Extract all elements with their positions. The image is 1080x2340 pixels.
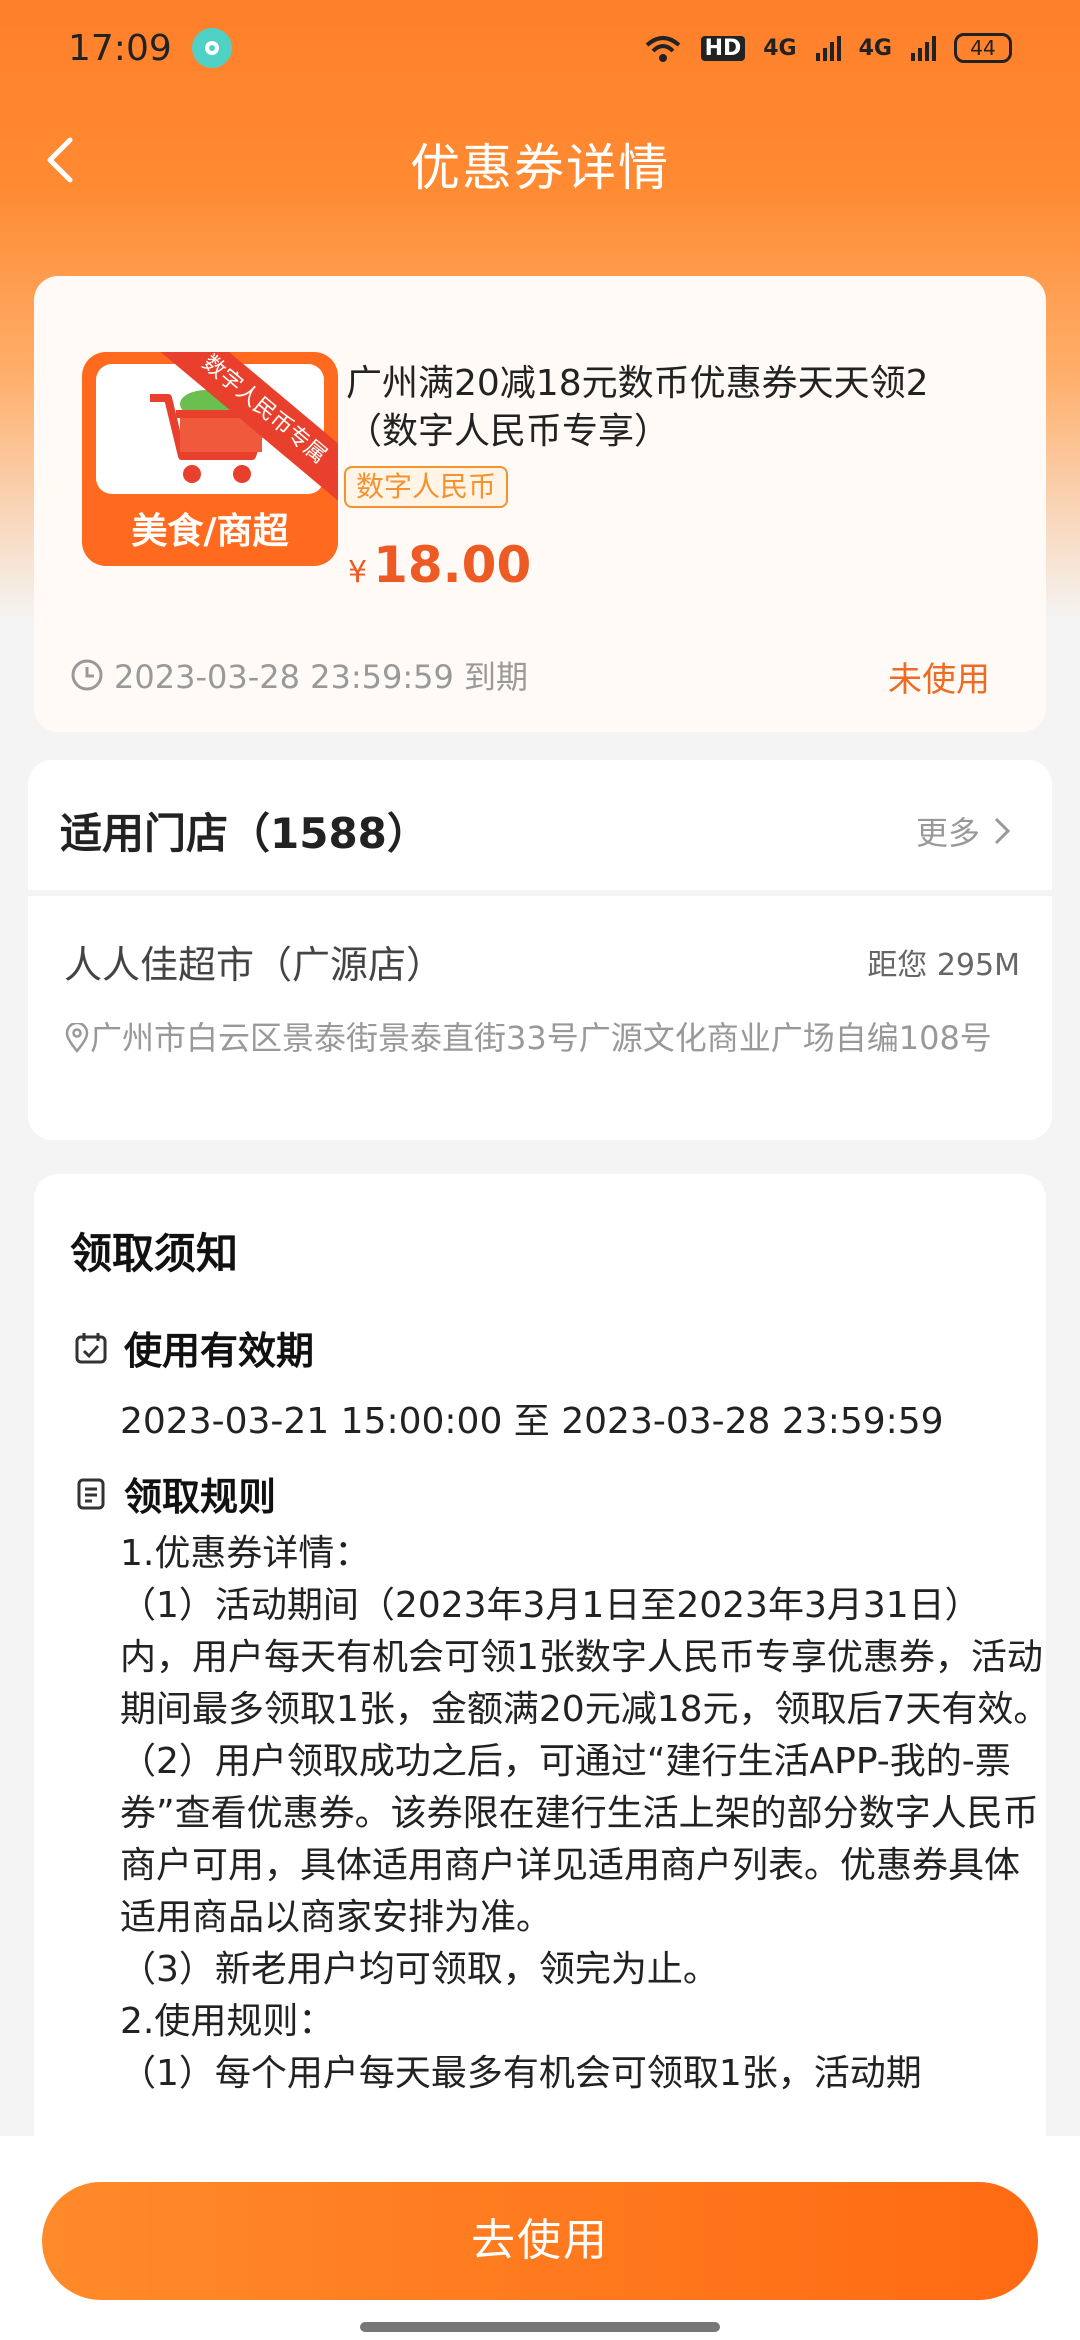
calendar-icon bbox=[75, 1332, 107, 1363]
notice-title: 领取须知 bbox=[70, 1229, 239, 1278]
rules-heading: 领取规则 bbox=[74, 1466, 276, 1521]
network-1-label: 4G bbox=[763, 35, 797, 61]
validity-range: 2023-03-21 15:00:00 至 2023-03-28 23:59:5… bbox=[120, 1401, 944, 1442]
validity-heading: 使用有效期 bbox=[74, 1320, 314, 1375]
battery-icon: 44 bbox=[954, 33, 1012, 63]
rules-heading-text: 领取规则 bbox=[124, 1475, 277, 1519]
stores-title: 适用门店（1588） bbox=[60, 809, 429, 858]
document-icon bbox=[77, 1478, 105, 1509]
status-indicators: HD 4G 4G 44 bbox=[643, 33, 1012, 63]
price-symbol: ¥ bbox=[348, 555, 368, 590]
wifi-icon bbox=[645, 36, 680, 62]
coupon-price: ¥18.00 bbox=[348, 536, 531, 594]
home-indicator[interactable] bbox=[360, 2322, 720, 2332]
stores-more-button[interactable]: 更多 bbox=[916, 808, 1012, 854]
use-coupon-button[interactable]: 去使用 bbox=[42, 2182, 1038, 2300]
rules-text: 1.优惠券详情： （1）活动期间（2023年3月1日至2023年3月31日）内，… bbox=[120, 1533, 1050, 2094]
stores-card: 适用门店（1588） 更多 人人佳超市（广源店） 距您 295M 广州市白云区景… bbox=[28, 760, 1052, 1140]
clock-icon bbox=[71, 659, 103, 691]
stores-header: 适用门店（1588） 更多 bbox=[28, 760, 1052, 896]
address-text: 广州市白云区景泰街景泰直街33号广源文化商业广场自编108号 bbox=[90, 1019, 992, 1057]
coupon-status: 未使用 bbox=[888, 660, 990, 700]
expire-text: 2023-03-28 23:59:59 到期 bbox=[114, 658, 529, 696]
coupon-thumbnail: 数字人民币专属 美食/商超 bbox=[82, 352, 338, 566]
status-bar: 17:09 HD 4G 4G 44 bbox=[0, 0, 1080, 96]
location-pin-icon bbox=[65, 1021, 89, 1054]
status-time: 17:09 bbox=[68, 27, 172, 69]
store-distance: 距您 295M bbox=[867, 948, 1020, 983]
store-address: 广州市白云区景泰街景泰直街33号广源文化商业广场自编108号 bbox=[64, 1016, 1014, 1060]
coupon-title: 广州满20减18元数币优惠券天天领2（数字人民币专享） bbox=[346, 363, 929, 452]
more-label: 更多 bbox=[915, 814, 980, 852]
page-title: 优惠券详情 bbox=[410, 139, 670, 197]
coupon-card: 数字人民币专属 美食/商超 广州满20减18元数币优惠券天天领2（数字人民币专享… bbox=[34, 276, 1046, 732]
signal-icon bbox=[815, 36, 841, 61]
store-name[interactable]: 人人佳超市（广源店） bbox=[64, 934, 444, 989]
coupon-tag: 数字人民币 bbox=[344, 466, 509, 508]
network-2-label: 4G bbox=[858, 35, 892, 61]
hd-badge: HD bbox=[700, 35, 746, 61]
coupon-expire: 2023-03-28 23:59:59 到期 bbox=[70, 652, 528, 698]
chevron-right-icon bbox=[994, 817, 1011, 845]
nav-bar: 优惠券详情 bbox=[0, 110, 1080, 210]
bottom-bar: 去使用 bbox=[0, 2136, 1080, 2340]
signal-icon-2 bbox=[911, 36, 936, 61]
price-value: 18.00 bbox=[373, 536, 532, 594]
validity-heading-text: 使用有效期 bbox=[124, 1329, 315, 1373]
thumb-label: 美食/商超 bbox=[131, 511, 289, 552]
notification-app-icon bbox=[191, 28, 232, 68]
